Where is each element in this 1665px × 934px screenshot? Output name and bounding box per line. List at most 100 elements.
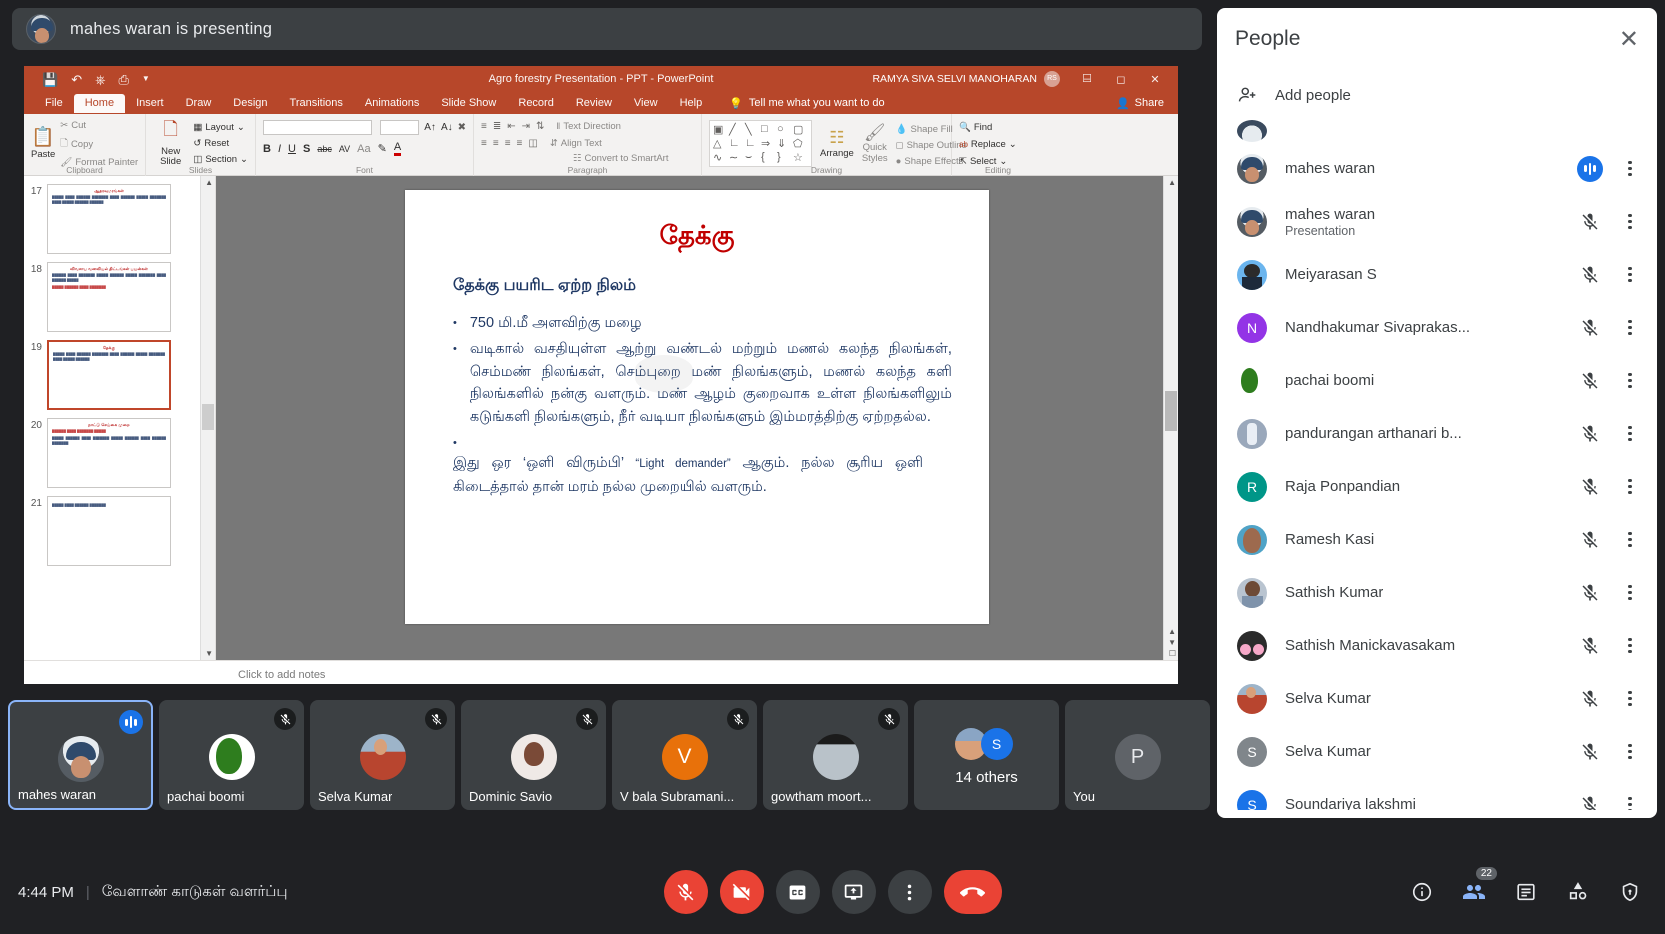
elbow-shape-icon[interactable]: ∟ bbox=[729, 137, 744, 150]
tab-record[interactable]: Record bbox=[507, 94, 564, 113]
underline-button[interactable]: U bbox=[288, 143, 296, 155]
align-right-icon[interactable]: ≡ bbox=[505, 138, 511, 149]
more-options-button[interactable] bbox=[887, 870, 932, 914]
window-buttons[interactable]: – ◻ ✕ bbox=[1070, 66, 1172, 92]
participant-more-options-button[interactable] bbox=[1617, 637, 1643, 654]
thumbnail-row[interactable]: 19 தேக்கு ▓▓▓▓▓ ▓▓▓▓ ▓▓▓▓▓▓ ▓▓▓▓▓▓▓ ▓▓▓▓… bbox=[24, 336, 215, 414]
redo-icon[interactable]: ⎈ bbox=[95, 73, 105, 86]
slide-thumbnail-selected[interactable]: தேக்கு ▓▓▓▓▓ ▓▓▓▓ ▓▓▓▓▓▓ ▓▓▓▓▓▓▓ ▓▓▓▓ ▓▓… bbox=[47, 340, 171, 410]
decrease-indent-icon[interactable]: ⇤ bbox=[507, 121, 515, 132]
curve-shape-icon[interactable]: ∼ bbox=[729, 151, 744, 164]
current-slide[interactable]: தேக்கு தேக்கு பயரிட ஏற்ற நிலம் • 750 மி.… bbox=[405, 190, 989, 624]
line-spacing-icon[interactable]: ⇅ bbox=[536, 121, 544, 132]
slide-thumbnail[interactable]: ▓▓▓▓▓ ▓▓▓▓ ▓▓▓▓▓▓ ▓▓▓▓▓▓▓ bbox=[47, 496, 171, 566]
notes-pane[interactable]: Click to add notes bbox=[24, 660, 1178, 684]
leave-call-button[interactable] bbox=[943, 870, 1002, 914]
back-to-slide-icon[interactable]: ☐ bbox=[1169, 649, 1176, 658]
left-brace-icon[interactable]: { bbox=[761, 151, 776, 164]
minimize-icon[interactable]: – bbox=[1070, 66, 1104, 92]
list-item[interactable]: S Soundariya lakshmi bbox=[1217, 778, 1657, 810]
justify-icon[interactable]: ≡ bbox=[517, 138, 523, 149]
slide-thumbnail-pane[interactable]: 17 ஆதரவுமரங்கள் ▓▓▓▓▓ ▓▓▓▓ ▓▓▓▓▓▓ ▓▓▓▓▓▓… bbox=[24, 176, 216, 660]
participant-more-options-button[interactable] bbox=[1617, 372, 1643, 389]
list-item[interactable]: N Nandhakumar Sivaprakas... bbox=[1217, 301, 1657, 354]
down-arrow-icon[interactable]: ⇓ bbox=[777, 137, 792, 150]
thumbnail-row[interactable]: 18 விவசாய வனவியல் திட்டங்கள் பயன்கள் ▓▓▓… bbox=[24, 258, 215, 336]
font-size-input[interactable] bbox=[380, 120, 420, 135]
close-icon[interactable]: ✕ bbox=[1138, 66, 1172, 92]
participant-tile[interactable]: Dominic Savio bbox=[461, 700, 606, 810]
share-button[interactable]: 👤 Share bbox=[1116, 97, 1164, 110]
participant-tile[interactable]: mahes waran bbox=[8, 700, 153, 810]
restore-icon[interactable]: ◻ bbox=[1104, 66, 1138, 92]
list-item[interactable]: Sathish Kumar bbox=[1217, 566, 1657, 619]
list-item[interactable]: S Selva Kumar bbox=[1217, 725, 1657, 778]
microphone-off-button[interactable] bbox=[663, 870, 708, 914]
font-name-input[interactable] bbox=[263, 120, 373, 135]
textbox-shape-icon[interactable]: ▣ bbox=[713, 123, 728, 136]
pentagon-shape-icon[interactable]: ⬠ bbox=[793, 137, 808, 150]
self-tile[interactable]: P You bbox=[1065, 700, 1210, 810]
list-item[interactable]: Sathish Manickavasakam bbox=[1217, 619, 1657, 672]
arrow-shape-icon[interactable]: ╲ bbox=[745, 123, 760, 136]
participant-more-options-button[interactable] bbox=[1617, 213, 1643, 230]
bold-button[interactable]: B bbox=[263, 143, 271, 155]
next-slide-icon[interactable]: ▼ bbox=[1168, 638, 1176, 647]
ppt-account[interactable]: RAMYA SIVA SELVI MANOHARAN RS bbox=[872, 71, 1060, 87]
activities-button[interactable] bbox=[1565, 879, 1591, 905]
tab-transitions[interactable]: Transitions bbox=[279, 94, 354, 113]
copy-button[interactable]: 🗋 Copy bbox=[60, 136, 138, 152]
save-icon[interactable]: 💾 bbox=[42, 73, 58, 86]
line-shape-icon[interactable]: ╱ bbox=[729, 123, 744, 136]
columns-icon[interactable]: ◫ bbox=[528, 138, 537, 149]
scrollbar-thumb[interactable] bbox=[1165, 391, 1177, 431]
tab-animations[interactable]: Animations bbox=[354, 94, 430, 113]
tab-home[interactable]: Home bbox=[73, 93, 126, 113]
list-item[interactable]: pandurangan arthanari b... bbox=[1217, 407, 1657, 460]
list-item[interactable]: mahes waran Presentation bbox=[1217, 195, 1657, 248]
character-spacing-button[interactable]: AV bbox=[339, 144, 350, 154]
rounded-rect-icon[interactable]: ▢ bbox=[793, 123, 808, 136]
freeform-shape-icon[interactable]: ∿ bbox=[713, 151, 728, 164]
new-slide-button[interactable]: 🗋 New Slide bbox=[153, 117, 188, 168]
bullets-icon[interactable]: ≡ bbox=[481, 121, 487, 132]
scroll-up-icon[interactable]: ▲ bbox=[205, 178, 213, 187]
list-item[interactable]: R Raja Ponpandian bbox=[1217, 460, 1657, 513]
list-item[interactable]: mahes waran bbox=[1217, 142, 1657, 195]
thumbnail-row[interactable]: 20 நாட்டு செய்கை முறை ▓▓▓▓▓▓ ▓▓▓▓ ▓▓▓▓▓▓… bbox=[24, 414, 215, 492]
section-button[interactable]: ◫ Section ⌄ bbox=[193, 154, 248, 165]
thumbnail-row[interactable]: 17 ஆதரவுமரங்கள் ▓▓▓▓▓ ▓▓▓▓ ▓▓▓▓▓▓ ▓▓▓▓▓▓… bbox=[24, 180, 215, 258]
shape-gallery[interactable]: ▣ ╱ ╲ □ ○ ▢ △ ∟ ∟ ⇒ ⇓ ⬠ ∿ ∼ ⌣ {} ☆ bbox=[709, 120, 812, 167]
participant-more-options-button[interactable] bbox=[1617, 160, 1643, 177]
align-text-button[interactable]: ⇵ Align Text bbox=[550, 138, 602, 149]
participant-tile[interactable]: V V bala Subramani... bbox=[612, 700, 757, 810]
tab-design[interactable]: Design bbox=[222, 94, 278, 113]
participant-more-options-button[interactable] bbox=[1617, 319, 1643, 336]
previous-slide-icon[interactable]: ▲ bbox=[1168, 627, 1176, 636]
align-left-icon[interactable]: ≡ bbox=[481, 138, 487, 149]
chat-button[interactable] bbox=[1513, 879, 1539, 905]
italic-button[interactable]: I bbox=[278, 143, 281, 155]
participant-more-options-button[interactable] bbox=[1617, 743, 1643, 760]
connector-shape-icon[interactable]: ∟ bbox=[745, 137, 760, 150]
cut-button[interactable]: ✂ Cut bbox=[60, 120, 138, 131]
numbering-icon[interactable]: ≣ bbox=[493, 121, 501, 132]
show-everyone-button[interactable]: 22 bbox=[1461, 867, 1497, 905]
slide-scrollbar[interactable]: ▲ ▲ ▼ ☐ bbox=[1163, 176, 1178, 660]
thumbnail-row[interactable]: 21 ▓▓▓▓▓ ▓▓▓▓ ▓▓▓▓▓▓ ▓▓▓▓▓▓▓ bbox=[24, 492, 215, 570]
decrease-font-icon[interactable]: A↓ bbox=[441, 122, 453, 133]
list-item[interactable]: Meiyarasan S bbox=[1217, 248, 1657, 301]
clear-formatting-icon[interactable]: ✖ bbox=[458, 122, 466, 133]
arrange-button[interactable]: ☷ Arrange bbox=[820, 128, 854, 159]
add-people-button[interactable]: Add people bbox=[1217, 70, 1657, 120]
change-case-button[interactable]: Aa bbox=[357, 143, 370, 155]
list-item[interactable]: Ramesh Kasi bbox=[1217, 513, 1657, 566]
right-arrow-icon[interactable]: ⇒ bbox=[761, 137, 776, 150]
scroll-up-icon[interactable]: ▲ bbox=[1168, 178, 1176, 187]
triangle-shape-icon[interactable]: △ bbox=[713, 137, 728, 150]
quick-styles-button[interactable]: 🖌 Quick Styles bbox=[862, 123, 888, 164]
increase-indent-icon[interactable]: ⇥ bbox=[522, 121, 530, 132]
tab-review[interactable]: Review bbox=[565, 94, 623, 113]
tab-draw[interactable]: Draw bbox=[175, 94, 223, 113]
participant-tile[interactable]: Selva Kumar bbox=[310, 700, 455, 810]
